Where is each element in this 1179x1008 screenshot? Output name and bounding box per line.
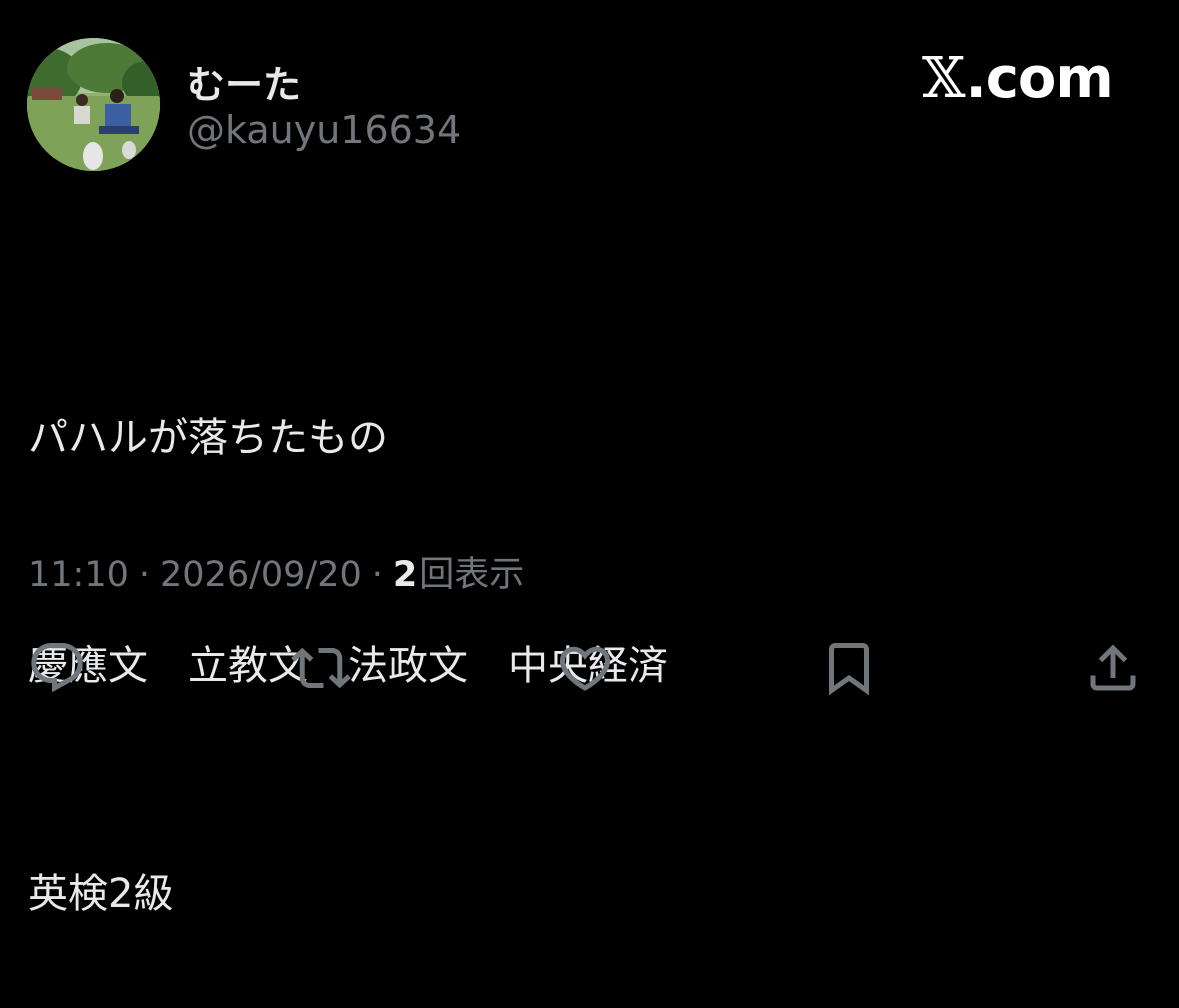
separator: · [371,555,383,595]
x-logo-icon: 𝕏 [922,46,965,111]
avatar[interactable] [27,38,160,171]
reply-button[interactable] [25,636,89,700]
tweet-line: パハルが落ちたもの [28,415,388,461]
repost-button[interactable] [289,636,353,700]
tweet-time[interactable]: 11:10 [28,555,129,595]
bookmark-button[interactable] [817,636,881,700]
tweet-text: パハルが落ちたもの 慶應文 立教文 法政文 中央経済 英検2級 [28,248,668,1008]
x-com-watermark: 𝕏.com [922,46,1114,111]
like-button[interactable] [553,636,617,700]
profile-photo-avatar [27,38,160,171]
heart-icon [559,646,611,691]
views-count[interactable]: 2 [393,555,417,595]
tweet-date[interactable]: 2026/09/20 [160,555,362,595]
share-upload-icon [1090,644,1136,691]
share-button[interactable] [1081,636,1145,700]
views-label[interactable]: 回表示 [419,555,524,595]
user-handle[interactable]: @kauyu16634 [187,108,461,152]
brand-domain: .com [965,46,1113,111]
action-bar [0,636,1179,706]
separator: · [138,555,151,595]
tweet-line: 英検2級 [28,871,174,917]
display-name[interactable]: むーた [187,54,301,109]
tweet-metadata: 11:10 · 2026/09/20 · 2回表示 [28,546,524,597]
reply-bubble-icon [31,643,83,693]
bookmark-icon [829,643,869,696]
repost-arrows-icon [291,647,351,689]
